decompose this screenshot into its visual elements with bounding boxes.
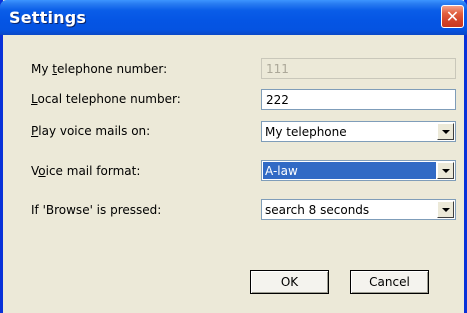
close-icon[interactable]: ✕	[441, 5, 464, 28]
play-voice-mails-select[interactable]: My telephone	[261, 121, 456, 142]
voice-mail-format-value: A-law	[265, 164, 298, 178]
browse-pressed-value: search 8 seconds	[265, 203, 370, 217]
dialog-title: Settings	[9, 8, 87, 27]
cancel-button[interactable]: Cancel	[350, 270, 429, 294]
chevron-down-icon	[442, 169, 450, 173]
browse-pressed-select[interactable]: search 8 seconds	[261, 199, 456, 220]
ok-button[interactable]: OK	[250, 270, 329, 294]
play-voice-mails-value: My telephone	[265, 125, 347, 139]
browse-pressed-dropdown-button[interactable]	[437, 201, 454, 218]
voice-mail-format-selection: A-law	[263, 162, 436, 179]
chevron-down-icon	[442, 130, 450, 134]
local-telephone-number-label: Local telephone number:	[31, 92, 181, 106]
my-telephone-number-field[interactable]: 111	[261, 58, 456, 79]
settings-dialog: Settings ✕ My telephone number: 111 Loca…	[0, 0, 467, 313]
voice-mail-format-select[interactable]: A-law	[261, 160, 456, 181]
browse-pressed-label: If 'Browse' is pressed:	[31, 203, 162, 217]
local-telephone-number-field[interactable]: 222	[261, 89, 456, 110]
voice-mail-format-dropdown-button[interactable]	[437, 162, 454, 179]
my-telephone-number-value: 111	[266, 62, 289, 76]
voice-mail-format-label: Voice mail format:	[31, 164, 141, 178]
play-voice-mails-dropdown-button[interactable]	[437, 123, 454, 140]
play-voice-mails-label: Play voice mails on:	[31, 124, 151, 138]
title-bar[interactable]: Settings ✕	[0, 0, 467, 35]
my-telephone-number-label: My telephone number:	[31, 62, 168, 76]
local-telephone-number-value: 222	[266, 93, 289, 107]
chevron-down-icon	[442, 208, 450, 212]
